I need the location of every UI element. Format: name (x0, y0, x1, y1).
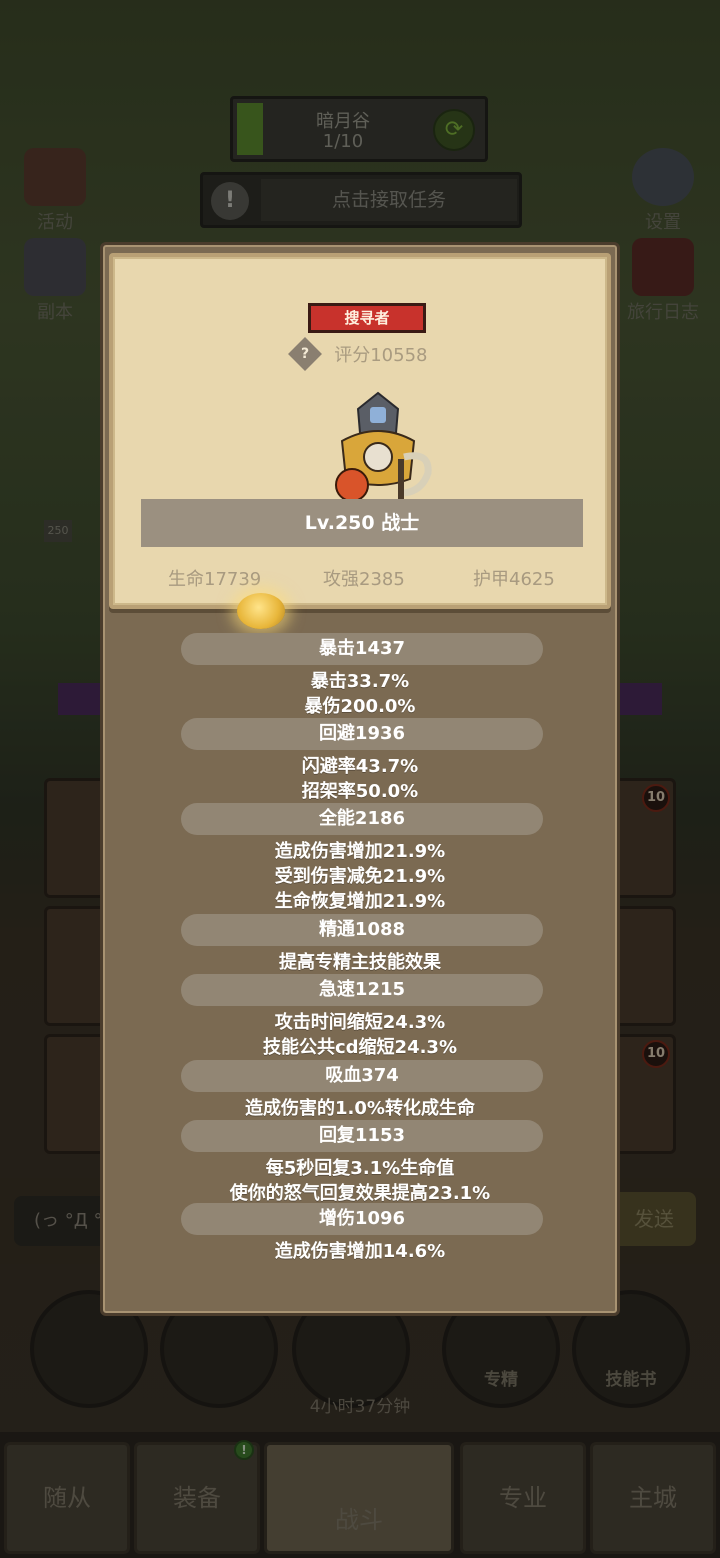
character-card: 搜寻者 ? 评分10558 Lv.250 战士 生命17739 攻强2385 护… (109, 253, 611, 609)
stat-line: 闪避率43.7% (301, 756, 419, 777)
stat-group-mastery: 精通1088 (181, 914, 543, 946)
score-text: 评分10558 (334, 345, 428, 366)
hp-stat: 生命17739 (168, 569, 262, 590)
stat-line: 造成伤害的1.0%转化成生命 (245, 1098, 475, 1119)
stat-group-crit: 暴击1437 (181, 633, 543, 665)
stat-group-lifesteal: 吸血374 (181, 1060, 543, 1092)
armor-stat: 护甲4625 (473, 569, 555, 590)
stat-line: 攻击时间缩短24.3% (274, 1012, 446, 1033)
stat-line: 提高专精主技能效果 (279, 952, 441, 973)
attack-stat: 攻强2385 (323, 569, 405, 590)
stat-line: 暴伤200.0% (304, 696, 416, 717)
stat-line: 技能公共cd缩短24.3% (262, 1037, 457, 1058)
stat-group-haste: 急速1215 (181, 974, 543, 1006)
stat-line: 使你的怒气回复效果提高23.1% (229, 1183, 491, 1204)
stat-line: 造成伤害增加21.9% (274, 841, 446, 862)
stat-line: 生命恢复增加21.9% (274, 891, 446, 912)
stat-line: 造成伤害增加14.6% (274, 1241, 446, 1262)
stat-group-regen: 回复1153 (181, 1120, 543, 1152)
level-class-banner: Lv.250 战士 (141, 499, 583, 547)
stat-line: 受到伤害减免21.9% (274, 866, 446, 887)
warrior-portrait (335, 391, 432, 511)
stat-group-dodge: 回避1936 (181, 718, 543, 750)
title-badge: 搜寻者 (308, 303, 426, 333)
stat-line: 暴击33.7% (310, 671, 410, 692)
character-stats-panel: 搜寻者 ? 评分10558 Lv.250 战士 生命17739 攻强2385 护… (100, 242, 620, 1316)
help-icon[interactable]: ? (287, 337, 322, 371)
stat-line: 每5秒回复3.1%生命值 (265, 1158, 455, 1179)
stat-line: 招架率50.0% (301, 781, 419, 802)
stat-group-versatility: 全能2186 (181, 803, 543, 835)
stat-group-damage-bonus: 增伤1096 (181, 1203, 543, 1235)
coin-icon (237, 593, 285, 629)
score-row: ? 评分10558 (113, 337, 607, 371)
